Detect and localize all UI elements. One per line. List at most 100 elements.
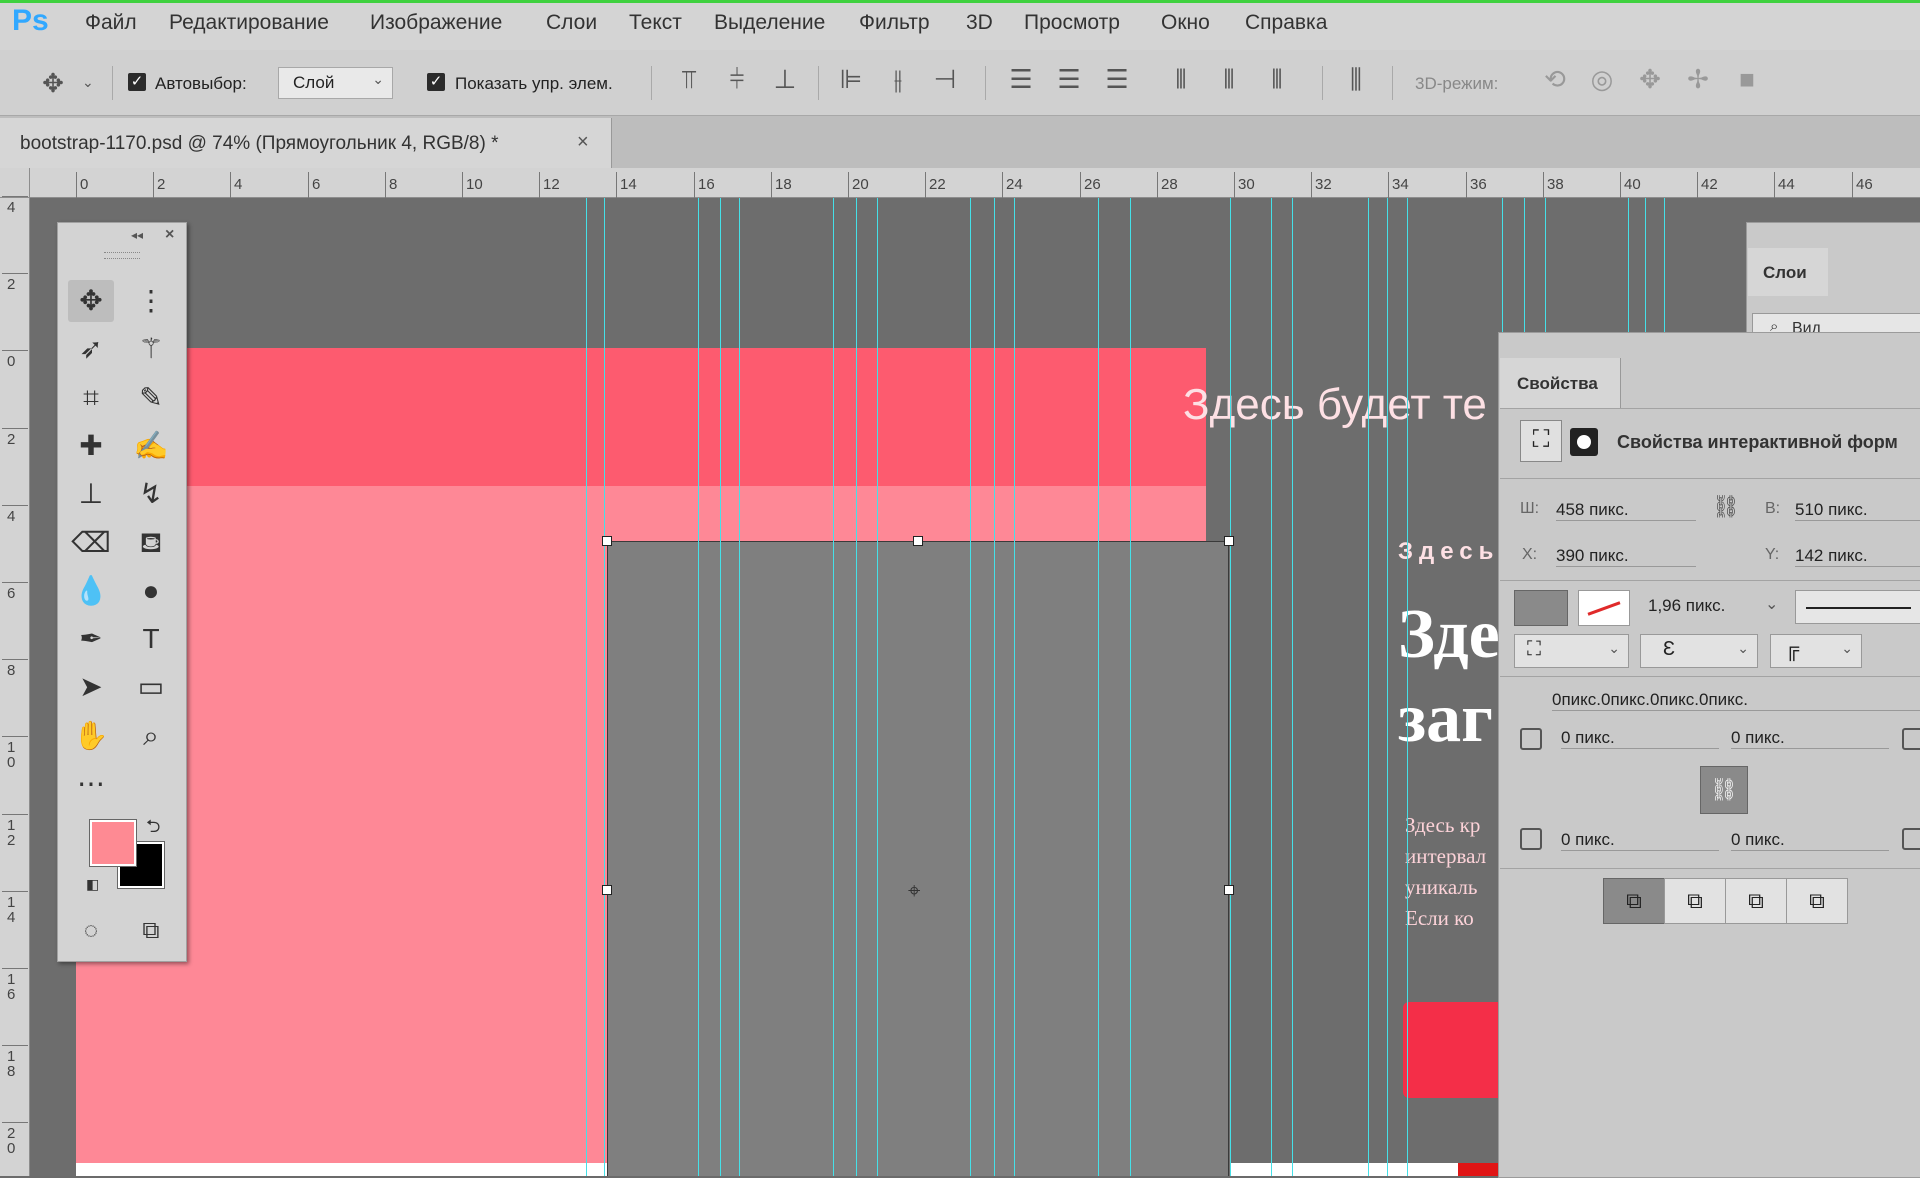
fill-swatch[interactable] <box>1514 590 1568 626</box>
foreground-color-swatch[interactable] <box>89 819 137 867</box>
distribute-hcenter-icon[interactable]: ⦀ <box>1212 64 1246 96</box>
align-top-icon[interactable]: ⫪ <box>672 64 706 96</box>
menu-item-help[interactable]: Справка <box>1245 11 1327 35</box>
pen-tool-icon[interactable]: ✒ <box>68 618 114 660</box>
link-dimensions-icon[interactable]: ⛓ <box>1712 494 1740 520</box>
zoom-tool-icon[interactable]: ⌕ <box>128 715 174 757</box>
menu-item-layers[interactable]: Слои <box>546 11 597 35</box>
eraser-tool-icon[interactable]: ⌫ <box>68 522 114 564</box>
menu-item-3d[interactable]: 3D <box>966 11 993 35</box>
collapse-panel-icon[interactable]: ◂◂ <box>131 228 143 242</box>
close-panel-icon[interactable]: × <box>165 226 174 244</box>
menu-item-image[interactable]: Изображение <box>370 11 502 35</box>
distribute-left-icon[interactable]: ⦀ <box>1164 64 1198 96</box>
menu-item-type[interactable]: Текст <box>629 11 682 35</box>
menu-item-select[interactable]: Выделение <box>714 11 825 35</box>
artboard-tool-icon[interactable]: ⋮ <box>128 280 174 322</box>
distribute-right-icon[interactable]: ⦀ <box>1260 64 1294 96</box>
swap-colors-icon[interactable]: ⮌ <box>146 814 160 844</box>
transform-handle[interactable] <box>1224 536 1234 546</box>
x-field[interactable]: 390 пикс. <box>1556 546 1696 567</box>
rectangle-tool-icon[interactable]: ▭ <box>128 666 174 708</box>
align-vcenter-icon[interactable]: ⫩ <box>720 64 754 96</box>
exclude-shapes-icon[interactable]: ⧉ <box>1786 878 1848 924</box>
paint-bucket-tool-icon[interactable]: ⛾ <box>128 522 174 564</box>
corner-radius-bl-field[interactable]: 0 пикс. <box>1561 830 1719 851</box>
height-field[interactable]: 510 пикс. <box>1795 500 1920 521</box>
orbit-3d-icon[interactable]: ⟲ <box>1538 64 1572 95</box>
rectangle-layer[interactable] <box>607 541 1229 1176</box>
menu-item-edit[interactable]: Редактирование <box>169 11 329 35</box>
clone-stamp-tool-icon[interactable]: ⊥ <box>68 473 114 515</box>
crop-tool-icon[interactable]: ⌗ <box>68 377 114 419</box>
width-field[interactable]: 458 пикс. <box>1556 500 1696 521</box>
y-field[interactable]: 142 пикс. <box>1795 546 1920 567</box>
ruler-origin[interactable] <box>0 168 30 198</box>
distribute-bottom-icon[interactable]: ☰ <box>1100 64 1134 95</box>
screen-mode-icon[interactable]: ⧉ <box>128 910 174 952</box>
transform-handle[interactable] <box>602 536 612 546</box>
magic-wand-tool-icon[interactable]: ⚚ <box>128 328 174 370</box>
stroke-caps-select[interactable]: Ɛ ⌄ <box>1640 634 1758 668</box>
stroke-align-select[interactable]: ⛶ ⌄ <box>1514 634 1629 668</box>
healing-brush-tool-icon[interactable]: ✚ <box>68 425 114 467</box>
stroke-swatch[interactable] <box>1578 590 1630 626</box>
align-bottom-icon[interactable]: ⊥ <box>768 64 802 95</box>
close-tab-icon[interactable]: × <box>577 131 589 154</box>
blur-tool-icon[interactable]: 💧 <box>68 570 114 612</box>
shape-properties-icon[interactable]: ⛶ <box>1520 420 1562 462</box>
distribute-top-icon[interactable]: ☰ <box>1004 64 1038 95</box>
brush-tool-icon[interactable]: ✍ <box>128 425 174 467</box>
transform-handle[interactable] <box>602 885 612 895</box>
ruler-tick <box>2 505 28 506</box>
ruler-label: 12 <box>543 176 560 193</box>
stroke-corners-select[interactable]: ╔ ⌄ <box>1770 634 1862 668</box>
align-left-icon[interactable]: ⊫ <box>834 64 868 95</box>
subtract-front-shape-icon[interactable]: ⧉ <box>1664 878 1726 924</box>
scale-3d-icon[interactable]: ■ <box>1730 64 1764 95</box>
move-tool-icon[interactable]: ✥ <box>68 280 114 322</box>
autoselect-target-select[interactable]: Слой ⌄ <box>278 67 393 99</box>
mask-properties-icon[interactable] <box>1570 428 1598 456</box>
link-corners-icon[interactable]: ⛓ <box>1700 766 1748 814</box>
transform-handle[interactable] <box>913 536 923 546</box>
history-brush-tool-icon[interactable]: ↯ <box>128 473 174 515</box>
stroke-type-select[interactable] <box>1795 590 1920 624</box>
menu-item-file[interactable]: Файл <box>85 11 137 35</box>
lasso-tool-icon[interactable]: ➶ <box>68 328 114 370</box>
corner-radius-tr-field[interactable]: 0 пикс. <box>1731 728 1889 749</box>
corner-radius-br-field[interactable]: 0 пикс. <box>1731 830 1889 851</box>
combine-shapes-icon[interactable]: ⧉ <box>1603 878 1665 924</box>
menu-item-view[interactable]: Просмотр <box>1024 11 1120 35</box>
eyedropper-tool-icon[interactable]: ✎ <box>128 377 174 419</box>
align-hcenter-icon[interactable]: ⫲ <box>881 64 915 96</box>
autoselect-checkbox[interactable]: ✓ <box>128 73 146 91</box>
path-selection-tool-icon[interactable]: ➤ <box>68 666 114 708</box>
tool-preset-chevron-icon[interactable]: ⌄ <box>82 74 94 91</box>
show-transform-checkbox[interactable]: ✓ <box>427 73 445 91</box>
dodge-tool-icon[interactable]: ● <box>128 570 174 612</box>
distribute-vcenter-icon[interactable]: ☰ <box>1052 64 1086 95</box>
panel-grip[interactable] <box>104 252 140 259</box>
more-tools-icon[interactable]: ⋯ <box>68 763 114 805</box>
default-colors-icon[interactable]: ◧ <box>86 876 99 893</box>
menu-item-window[interactable]: Окно <box>1161 11 1210 35</box>
ruler-label: 2 <box>7 276 16 293</box>
auto-align-icon[interactable]: ⫼ <box>1339 64 1373 96</box>
stroke-width-field[interactable]: 1,96 пикс. <box>1648 596 1774 616</box>
slide-3d-icon[interactable]: ✢ <box>1681 64 1715 95</box>
transform-center-icon[interactable]: ⌖ <box>908 878 920 904</box>
roll-3d-icon[interactable]: ◎ <box>1585 64 1619 95</box>
hand-tool-icon[interactable]: ✋ <box>68 715 114 757</box>
transform-handle[interactable] <box>1224 885 1234 895</box>
corner-radius-tl-field[interactable]: 0 пикс. <box>1561 728 1719 749</box>
chevron-down-icon[interactable]: ⌄ <box>1765 594 1778 614</box>
align-right-icon[interactable]: ⊣ <box>928 64 962 95</box>
vertical-ruler[interactable] <box>0 198 30 1176</box>
intersect-shapes-icon[interactable]: ⧉ <box>1725 878 1787 924</box>
move-tool-icon[interactable]: ✥ <box>36 68 70 99</box>
quick-mask-icon[interactable]: ◌ <box>68 910 114 952</box>
pan-3d-icon[interactable]: ✥ <box>1633 64 1667 95</box>
type-tool-icon[interactable]: T <box>128 618 174 660</box>
menu-item-filter[interactable]: Фильтр <box>859 11 930 35</box>
